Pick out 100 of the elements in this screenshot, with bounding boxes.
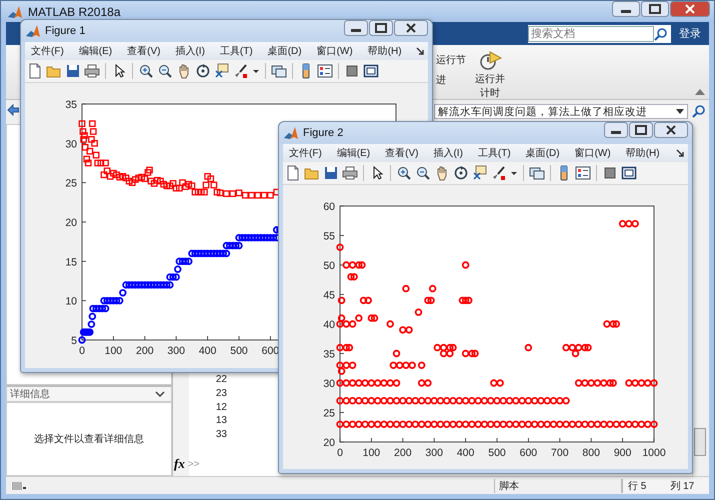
square-icon[interactable]	[344, 63, 360, 79]
window-title: Figure 1	[45, 25, 86, 37]
search-icon	[654, 26, 668, 40]
square-icon[interactable]	[602, 165, 618, 181]
new-file-icon[interactable]	[285, 165, 301, 181]
menu-item[interactable]: 工具(T)	[220, 44, 253, 58]
tick-label: 800	[582, 447, 600, 459]
menu-item[interactable]: 查看(V)	[127, 44, 160, 58]
zoom-out-icon[interactable]	[157, 63, 173, 79]
tick-label: 35	[323, 348, 335, 360]
line-number: 行 5	[628, 480, 646, 492]
scroll-thumb[interactable]	[694, 428, 706, 456]
tick-label: 600	[520, 447, 538, 459]
link-icon[interactable]	[271, 63, 287, 79]
scroll-bar[interactable]	[692, 124, 709, 476]
tick-label: 5	[71, 335, 77, 347]
tick-label: 900	[614, 447, 632, 459]
tick-label: 25	[65, 178, 77, 190]
menu-item[interactable]: 桌面(D)	[268, 44, 302, 58]
close-icon[interactable]	[394, 20, 428, 36]
maximize-icon[interactable]	[629, 122, 653, 138]
tick-label: 45	[323, 290, 335, 302]
chevron-icon[interactable]	[155, 391, 165, 397]
dock-arrow-icon[interactable]	[676, 149, 684, 157]
zoom-in-icon[interactable]	[396, 165, 412, 181]
menu-item[interactable]: 桌面(D)	[526, 146, 560, 160]
function-button[interactable]: fx	[173, 456, 186, 472]
path-text: 解流水车间调度问题，算法上做了相应改进	[438, 104, 647, 118]
menu-item[interactable]: 插入(I)	[175, 44, 205, 58]
minimize-icon[interactable]	[344, 20, 368, 36]
login-button[interactable]: 登录	[675, 26, 705, 41]
run-and-time-button[interactable]: 运行并计时	[474, 73, 506, 101]
toolstrip-button[interactable]: 进	[436, 73, 466, 87]
tick-label: 20	[65, 217, 77, 229]
tick-label: 0	[337, 447, 343, 459]
close-icon[interactable]	[670, 1, 710, 17]
save-icon[interactable]	[323, 165, 339, 181]
save-icon[interactable]	[65, 63, 81, 79]
rotate-icon[interactable]	[195, 63, 211, 79]
tick-label: 500	[488, 447, 506, 459]
logo-icon	[25, 24, 41, 38]
back-arrow-icon[interactable]	[7, 104, 19, 116]
menu-item[interactable]: 帮助(H)	[368, 44, 402, 58]
tick-label: 0	[79, 345, 85, 357]
menu-item[interactable]: 插入(I)	[433, 146, 463, 160]
search-field[interactable]: 搜索文档	[528, 26, 654, 42]
dock-arrow-icon[interactable]	[416, 47, 424, 55]
collapse-icon[interactable]	[695, 88, 705, 96]
path-field[interactable]: 解流水车间调度问题，算法上做了相应改进	[434, 104, 688, 119]
minimize-icon[interactable]	[612, 1, 640, 17]
legend-icon[interactable]	[317, 63, 333, 79]
tick-label: 500	[230, 345, 248, 357]
tick-label: 300	[425, 447, 443, 459]
link-icon[interactable]	[529, 165, 545, 181]
menu-item[interactable]: 帮助(H)	[626, 146, 660, 160]
frame-icon[interactable]	[363, 63, 379, 79]
command-prompt: >>	[188, 458, 200, 470]
tick-label: 20	[323, 437, 335, 449]
tick-label: 100	[362, 447, 380, 459]
menu-item[interactable]: 文件(F)	[31, 44, 64, 58]
frame-icon[interactable]	[621, 165, 637, 181]
tick-label: 30	[65, 138, 77, 150]
stopwatch-icon[interactable]	[478, 49, 502, 71]
data-cursor-icon[interactable]	[214, 63, 230, 79]
tick-label: 50	[323, 260, 335, 272]
menu-item[interactable]: 查看(V)	[385, 146, 418, 160]
zoom-in-icon[interactable]	[138, 63, 154, 79]
run-section-button[interactable]: 运行节	[436, 53, 466, 67]
menu-item[interactable]: 窗口(W)	[574, 146, 611, 160]
details-message: 选择文件以查看详细信息	[34, 432, 144, 446]
brush-icon[interactable]	[233, 63, 249, 79]
menu-item[interactable]: 窗口(W)	[316, 44, 353, 58]
tick-label: 40	[323, 319, 335, 331]
maximize-icon[interactable]	[369, 20, 393, 36]
logo-icon	[7, 4, 23, 18]
rotate-icon[interactable]	[453, 165, 469, 181]
menu-item[interactable]: 编辑(E)	[78, 44, 112, 58]
tick-label: 60	[323, 201, 335, 213]
output-line: 12	[214, 400, 227, 414]
printer-icon[interactable]	[84, 63, 100, 79]
minimize-icon[interactable]	[604, 122, 628, 138]
search-icon[interactable]	[692, 104, 706, 118]
close-icon[interactable]	[654, 122, 688, 138]
menu-item[interactable]: 文件(F)	[289, 146, 322, 160]
printer-icon[interactable]	[342, 165, 358, 181]
window-title: Figure 2	[303, 127, 344, 139]
data-cursor-icon[interactable]	[472, 165, 488, 181]
zoom-out-icon[interactable]	[415, 165, 431, 181]
tick-label: 200	[136, 345, 154, 357]
dropdown-caret-icon[interactable]	[676, 108, 684, 114]
menu-item[interactable]: 工具(T)	[478, 146, 511, 160]
brush-icon[interactable]	[491, 165, 507, 181]
menu-item[interactable]: 编辑(E)	[336, 146, 370, 160]
legend-icon[interactable]	[575, 165, 591, 181]
maximize-icon[interactable]	[641, 1, 669, 17]
column-number: 列 17	[670, 480, 694, 492]
new-file-icon[interactable]	[27, 63, 43, 79]
tick-label: 300	[167, 345, 185, 357]
tick-label: 400	[198, 345, 216, 357]
tick-label: 30	[323, 378, 335, 390]
